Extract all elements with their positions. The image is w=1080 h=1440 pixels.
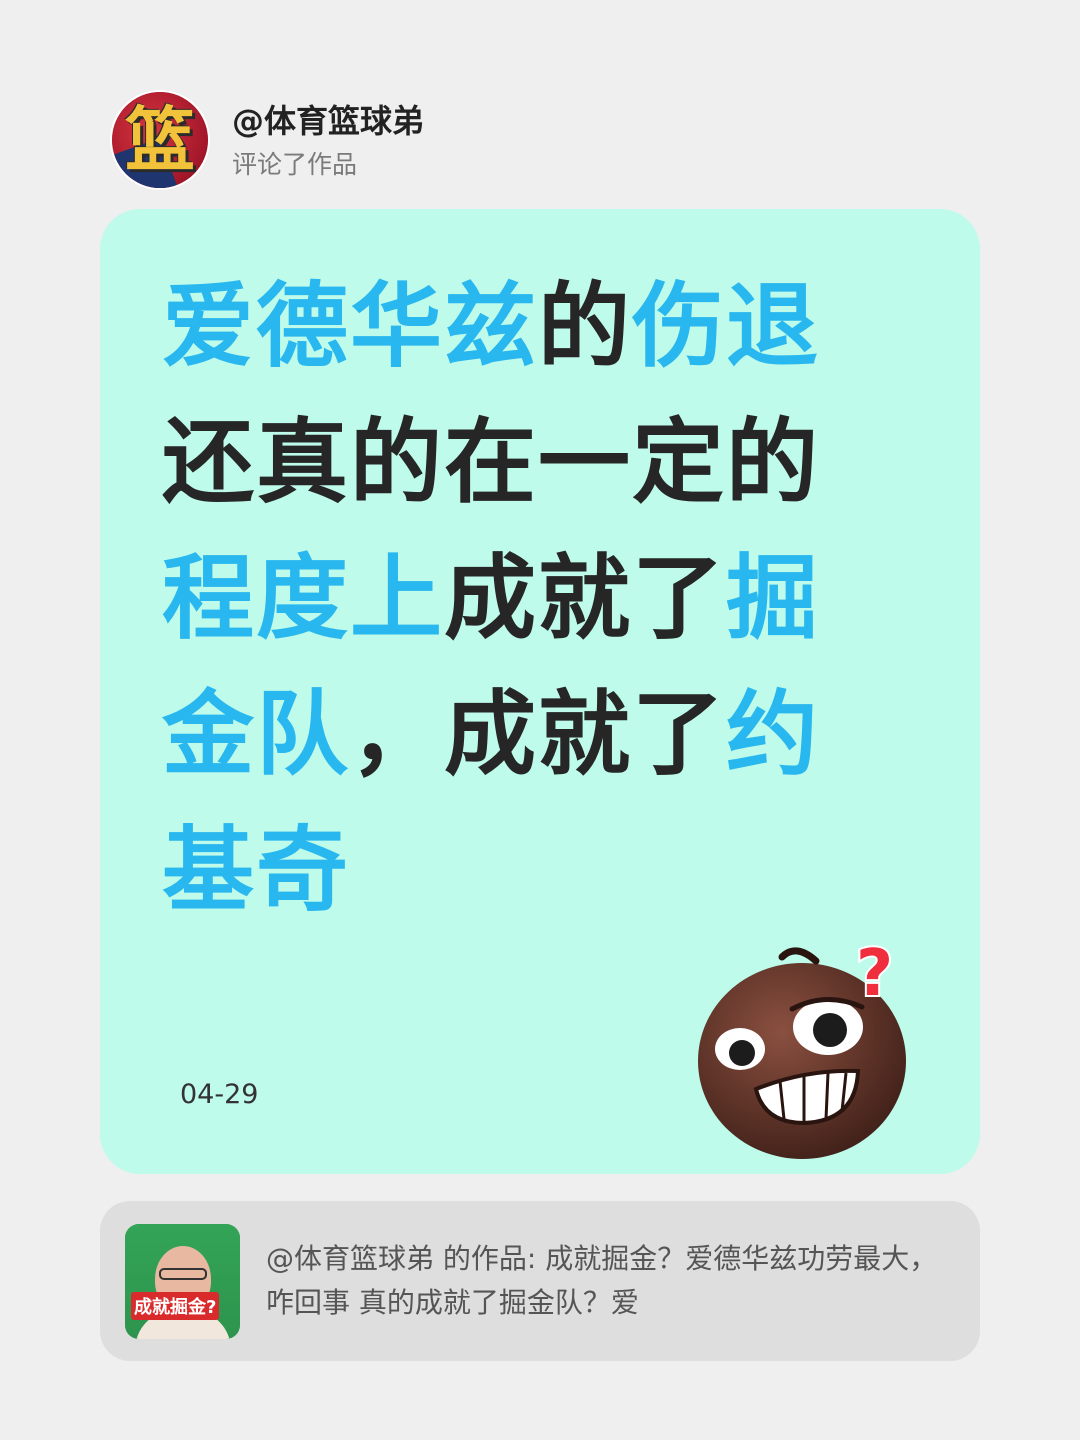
- highlighted-text: 伤退: [632, 273, 821, 380]
- left-pupil: [729, 1040, 755, 1066]
- highlighted-text: 掘: [726, 545, 821, 652]
- plain-text: ，成就了: [350, 681, 727, 788]
- smirk-face-question-icon: ?: [698, 939, 906, 1159]
- highlighted-text: 程度上: [162, 545, 445, 652]
- highlighted-text: 约: [726, 681, 821, 788]
- avatar-logo: 篮: [125, 99, 195, 181]
- plain-text: 的: [538, 273, 633, 380]
- comment-card[interactable]: 爱德华兹的伤退还真的在一定的程度上成就了掘金队，成就了约基奇 04-29: [100, 209, 980, 1174]
- comment-line: 金队，成就了约: [162, 667, 882, 803]
- comment-line: 程度上成就了掘: [162, 531, 882, 667]
- username[interactable]: @体育篮球弟: [232, 99, 424, 143]
- action-text: 评论了作品: [232, 150, 358, 179]
- thumbnail-caption: 成就掘金?: [131, 1292, 220, 1320]
- comment-header: 篮 @体育篮球弟 评论了作品: [112, 90, 424, 190]
- highlighted-text: 金队: [162, 681, 351, 788]
- plain-text: 还真的在一定的: [162, 409, 821, 516]
- text-fade: [750, 1281, 830, 1325]
- video-thumbnail[interactable]: 成就掘金?: [125, 1224, 240, 1339]
- comment-line: 基奇: [162, 803, 882, 939]
- highlighted-text: 爱德华兹: [162, 273, 539, 380]
- referenced-video-title: @体育篮球弟 的作品: 成就掘金？爱德华兹功劳最大，咋回事 真的成就了掘金队？爱: [266, 1242, 938, 1319]
- right-pupil: [813, 1013, 847, 1047]
- highlighted-text: 基奇: [162, 817, 351, 924]
- eyebrow: [778, 947, 820, 965]
- referenced-video-card[interactable]: 成就掘金? @体育篮球弟 的作品: 成就掘金？爱德华兹功劳最大，咋回事 真的成就…: [100, 1201, 980, 1361]
- plain-text: 成就了: [444, 545, 727, 652]
- header-text: @体育篮球弟 评论了作品: [232, 99, 424, 181]
- question-mark: ?: [856, 939, 893, 1011]
- comment-line: 爱德华兹的伤退: [162, 259, 882, 395]
- comment-line: 还真的在一定的: [162, 395, 882, 531]
- comment-date: 04-29: [180, 1079, 259, 1110]
- comment-text: 爱德华兹的伤退 还真的在一定的 程度上成就了掘 金队，成就了约 基奇: [162, 259, 882, 939]
- page: 篮 @体育篮球弟 评论了作品 爱德华兹的伤退 还真的在一定的 程度上成就了掘 金队，成…: [0, 0, 1080, 1440]
- thumbnail-glasses: [159, 1268, 207, 1280]
- avatar[interactable]: 篮: [112, 92, 208, 188]
